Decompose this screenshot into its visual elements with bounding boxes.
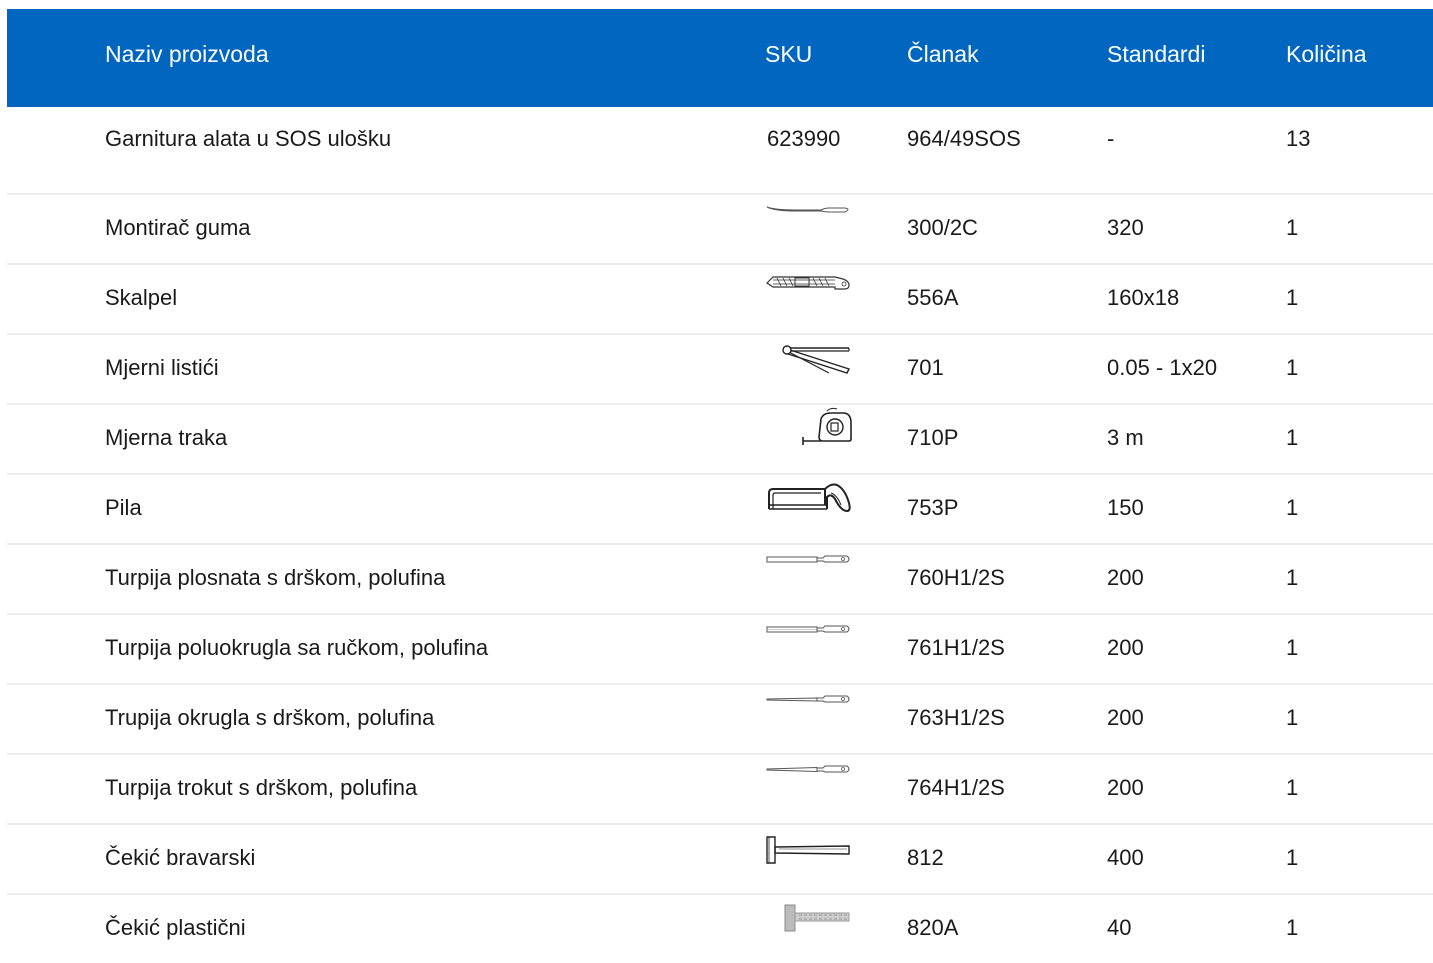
table-header: Naziv proizvoda SKU Članak Standardi Kol… [7, 9, 1433, 107]
header-standards: Standardi [1107, 41, 1206, 67]
table-row: Čekić bravarski 812 400 1 [7, 825, 1433, 895]
product-article: 753P [907, 495, 959, 520]
product-standard: 0.05 - 1x20 [1107, 355, 1218, 380]
tire-lever-icon [765, 195, 853, 235]
table-row: Trupija okrugla s drškom, polufina 763H1… [7, 685, 1433, 755]
product-table: Naziv proizvoda SKU Članak Standardi Kol… [7, 9, 1433, 963]
product-standard: 200 [1107, 565, 1144, 590]
header-product-name: Naziv proizvoda [105, 41, 269, 67]
product-quantity: 1 [1286, 565, 1299, 590]
table-row: Turpija plosnata s drškom, polufina 760H… [7, 545, 1433, 615]
product-quantity: 1 [1286, 355, 1299, 380]
product-name: Turpija trokut s drškom, polufina [105, 775, 418, 800]
tape-measure-icon [765, 405, 853, 445]
product-name: Mjerna traka [105, 425, 228, 450]
utility-knife-icon [765, 265, 853, 305]
product-name: Garnitura alata u SOS ulošku [105, 126, 392, 151]
product-standard: 160x18 [1107, 285, 1180, 310]
locksmith-hammer-icon [765, 825, 853, 865]
product-article: 760H1/2S [907, 565, 1005, 590]
table-row: Turpija trokut s drškom, polufina 764H1/… [7, 755, 1433, 825]
product-article: 556A [907, 285, 959, 310]
product-name: Pila [105, 495, 142, 520]
product-name: Trupija okrugla s drškom, polufina [105, 705, 435, 730]
product-article: 300/2C [907, 215, 978, 240]
product-sku: 623990 [767, 126, 841, 151]
header-article: Članak [907, 41, 979, 67]
product-name: Montirač guma [105, 215, 251, 240]
table-row: Pila 753P 150 1 [7, 475, 1433, 545]
table-row: Turpija poluokrugla sa ručkom, polufina … [7, 615, 1433, 685]
product-standard: 200 [1107, 775, 1144, 800]
table-row: Čekić plastični 820A 40 1 [7, 895, 1433, 963]
product-article: 710P [907, 425, 959, 450]
product-standard: 200 [1107, 635, 1144, 660]
header-sku: SKU [765, 41, 813, 67]
table-row: Skalpel 556A 160x18 1 [7, 265, 1433, 335]
product-name: Turpija plosnata s drškom, polufina [105, 565, 446, 590]
product-standard: 40 [1107, 915, 1132, 940]
half-round-file-icon [765, 615, 853, 655]
product-article: 820A [907, 915, 959, 940]
product-name: Turpija poluokrugla sa ručkom, polufina [105, 635, 489, 660]
table-row: Montirač guma 300/2C 320 1 [7, 195, 1433, 265]
product-name: Mjerni listići [105, 355, 219, 380]
product-standard: 150 [1107, 495, 1144, 520]
product-quantity: 1 [1286, 775, 1299, 800]
product-quantity: 1 [1286, 705, 1299, 730]
product-name: Čekić plastični [105, 915, 246, 940]
product-standard: 200 [1107, 705, 1144, 730]
product-quantity: 1 [1286, 495, 1299, 520]
product-article: 764H1/2S [907, 775, 1005, 800]
product-article: 964/49SOS [907, 126, 1021, 151]
flat-file-icon [765, 545, 853, 585]
table-row: Mjerni listići 701 0.05 - 1x20 1 [7, 335, 1433, 405]
table-row: Mjerna traka 710P 3 m 1 [7, 405, 1433, 475]
product-standard: 400 [1107, 845, 1144, 870]
hacksaw-icon [765, 475, 853, 515]
round-file-icon [765, 685, 853, 725]
product-quantity: 1 [1286, 425, 1299, 450]
header-quantity: Količina [1286, 41, 1367, 67]
triangle-file-icon [765, 755, 853, 795]
product-quantity: 13 [1286, 126, 1311, 151]
product-standard: 320 [1107, 215, 1144, 240]
product-article: 812 [907, 845, 944, 870]
product-name: Skalpel [105, 285, 178, 310]
product-standard: - [1107, 126, 1115, 151]
product-quantity: 1 [1286, 915, 1299, 940]
product-quantity: 1 [1286, 845, 1299, 870]
table-row: Garnitura alata u SOS ulošku 623990 964/… [7, 107, 1433, 195]
product-article: 761H1/2S [907, 635, 1005, 660]
product-standard: 3 m [1107, 425, 1144, 450]
plastic-hammer-icon [765, 895, 853, 935]
product-quantity: 1 [1286, 285, 1299, 310]
product-article: 763H1/2S [907, 705, 1005, 730]
feeler-gauge-icon [765, 335, 853, 375]
product-article: 701 [907, 355, 944, 380]
product-quantity: 1 [1286, 215, 1299, 240]
product-quantity: 1 [1286, 635, 1299, 660]
product-name: Čekić bravarski [105, 845, 256, 870]
